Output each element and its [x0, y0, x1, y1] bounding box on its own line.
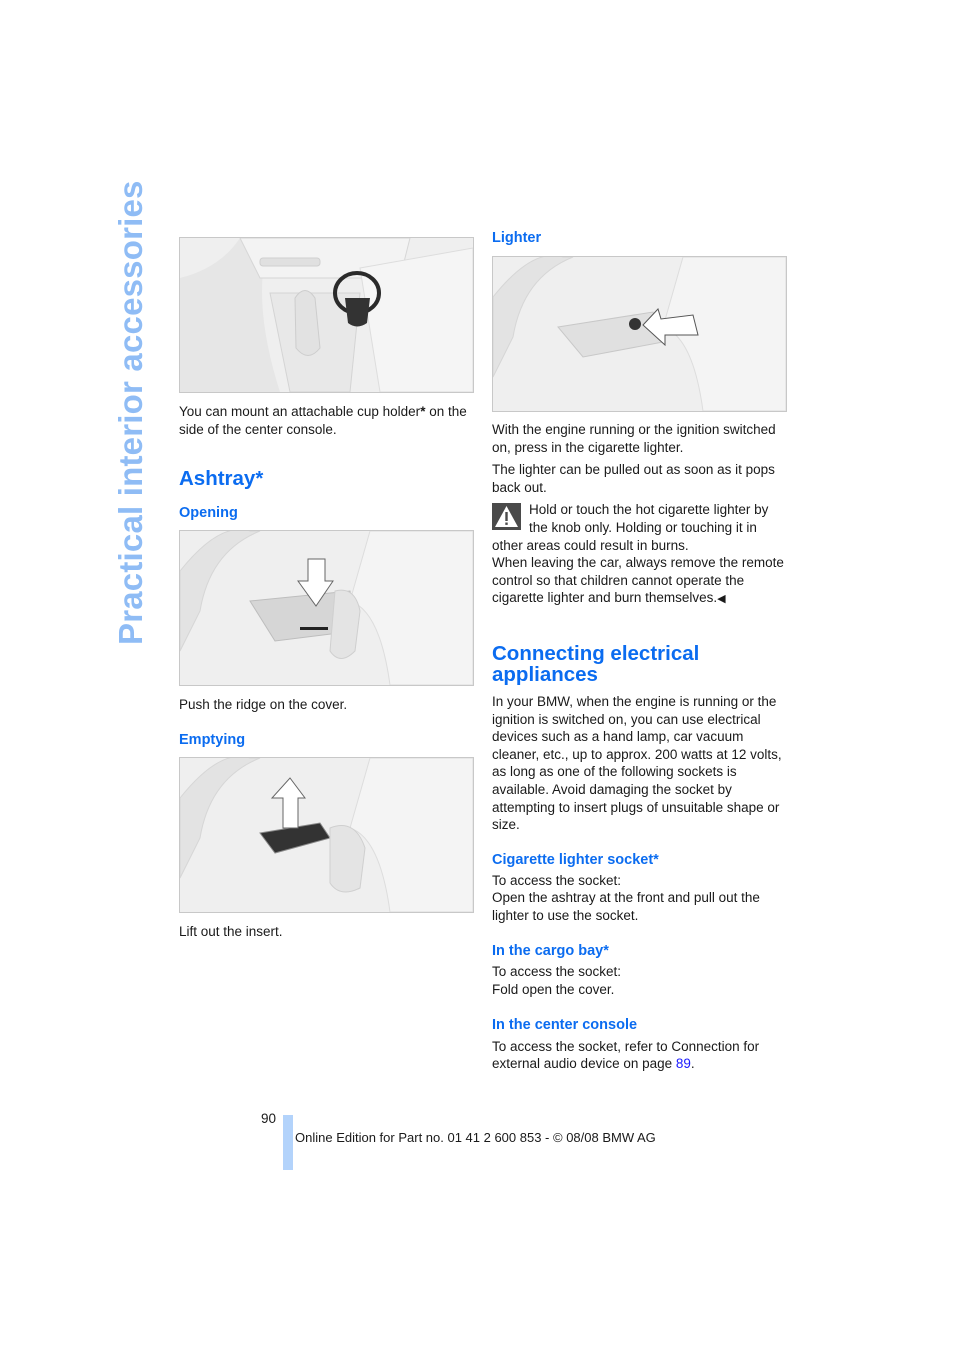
page-number: 90 [261, 1111, 277, 1126]
ashtray-emptying-illustration [179, 756, 474, 913]
cigarette-socket-line-2: Open the ashtray at the front and pull o… [492, 890, 760, 923]
connecting-text: In your BMW, when the engine is running … [492, 693, 782, 833]
emptying-text: Lift out the insert. [179, 923, 283, 939]
warning-block: Hold or touch the hot cigarette lighter … [492, 501, 788, 609]
lighter-heading: Lighter [492, 230, 542, 246]
cigarette-socket-heading: Cigarette lighter socket* [492, 851, 659, 868]
warning-text-2: When leaving the car, always remove the … [492, 555, 784, 606]
end-mark-icon: ◀ [717, 593, 726, 606]
lighter-text-1: With the engine running or the ignition … [492, 422, 776, 455]
cargo-bay-heading: In the cargo bay* [492, 943, 609, 960]
ashtray-opening-illustration [179, 530, 474, 687]
cargo-bay-line-1: To access the socket: [492, 964, 622, 980]
lighter-text-2: The lighter can be pulled out as soon as… [492, 462, 775, 495]
center-console-text: To access the socket, refer to Connectio… [492, 1038, 760, 1072]
cup-holder-illustration [179, 237, 474, 393]
page-89-link[interactable]: 89 [676, 1056, 691, 1071]
left-column: You can mount an attachable cup holder* … [179, 237, 475, 940]
page-tab-marker [283, 1115, 293, 1170]
cup-holder-text: You can mount an attachable cup holder* … [179, 404, 467, 437]
emptying-heading: Emptying [179, 731, 246, 748]
opening-text: Push the ridge on the cover. [179, 697, 348, 713]
connecting-heading: Connecting electrical appliances [492, 641, 700, 686]
lighter-illustration [492, 256, 787, 412]
right-column: Lighter With the engine running or the i… [492, 229, 788, 1073]
warning-triangle-icon [492, 503, 521, 531]
footer-text: Online Edition for Part no. 01 41 2 600 … [295, 1130, 656, 1145]
cargo-bay-line-2: Fold open the cover. [492, 982, 615, 998]
cigarette-socket-line-1: To access the socket: [492, 872, 622, 888]
section-side-title: Practical interior accessories [112, 180, 149, 645]
warning-text-1: Hold or touch the hot cigarette lighter … [492, 502, 769, 553]
opening-heading: Opening [179, 505, 238, 522]
ashtray-heading: Ashtray* [179, 467, 264, 491]
center-console-heading: In the center console [492, 1016, 638, 1033]
